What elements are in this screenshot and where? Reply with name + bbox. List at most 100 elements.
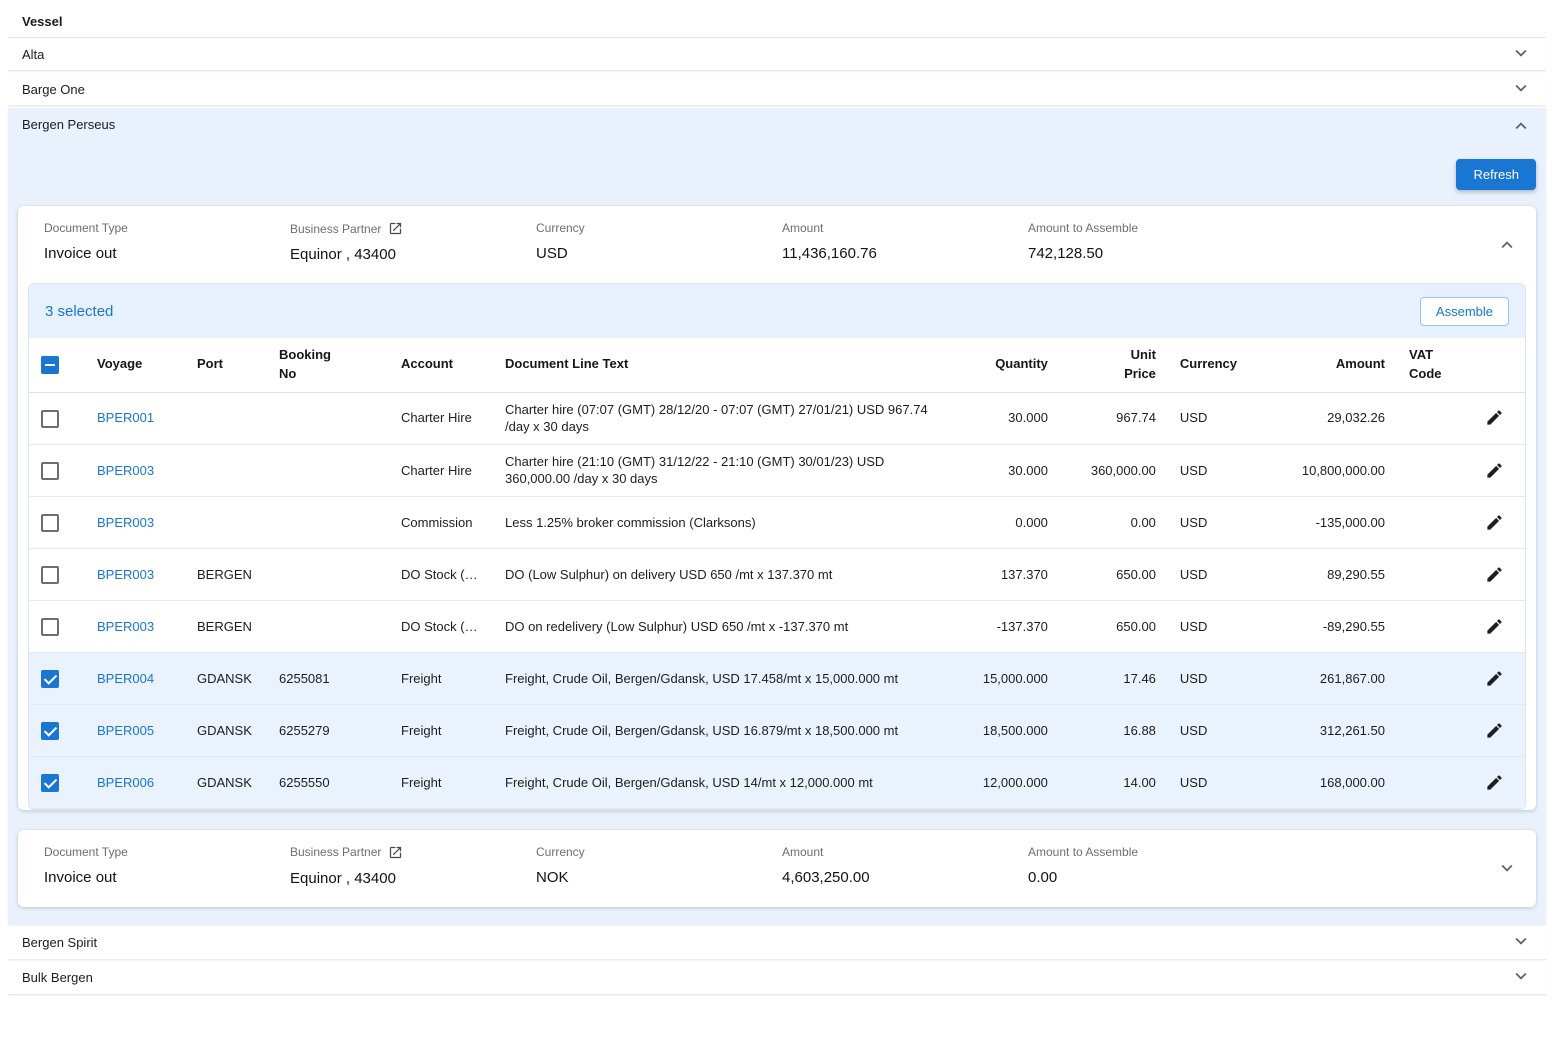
field-label-document-type: Document Type bbox=[44, 221, 290, 235]
voyage-link[interactable]: BPER004 bbox=[97, 671, 154, 686]
row-checkbox[interactable] bbox=[41, 566, 59, 584]
row-checkbox[interactable] bbox=[41, 514, 59, 532]
voyage-link[interactable]: BPER005 bbox=[97, 723, 154, 738]
edit-icon[interactable] bbox=[1481, 613, 1508, 640]
voyage-link[interactable]: BPER003 bbox=[97, 463, 154, 478]
table-row: BPER003 Commission Less 1.25% broker com… bbox=[29, 496, 1525, 548]
field-value-amount-to-assemble: 0.00 bbox=[1028, 869, 1274, 886]
currency-cell: USD bbox=[1168, 392, 1249, 444]
vessel-list-header: Vessel bbox=[8, 6, 1546, 38]
amount-cell: 89,290.55 bbox=[1249, 548, 1397, 600]
header-account: Account bbox=[389, 338, 493, 392]
row-checkbox[interactable] bbox=[41, 722, 59, 740]
edit-icon[interactable] bbox=[1481, 509, 1508, 536]
header-doc-line-text: Document Line Text bbox=[493, 338, 948, 392]
vessel-list-title: Vessel bbox=[22, 14, 63, 29]
field-amount: Amount 11,436,160.76 bbox=[782, 221, 1028, 263]
table-row: BPER003 Charter Hire Charter hire (21:10… bbox=[29, 444, 1525, 496]
account-cell: Commission bbox=[389, 496, 493, 548]
vat-code-cell bbox=[1397, 704, 1463, 756]
document-line-text-cell: Freight, Crude Oil, Bergen/Gdansk, USD 1… bbox=[493, 704, 948, 756]
document-line-text-cell: DO (Low Sulphur) on delivery USD 650 /mt… bbox=[493, 548, 948, 600]
select-all-checkbox[interactable] bbox=[41, 356, 59, 374]
bergen-perseus-section-body: Refresh Document Type Invoice out Busine… bbox=[8, 141, 1546, 925]
currency-cell: USD bbox=[1168, 704, 1249, 756]
vat-code-cell bbox=[1397, 444, 1463, 496]
field-amount: Amount 4,603,250.00 bbox=[782, 845, 1028, 887]
vessel-name: Alta bbox=[22, 47, 44, 62]
port-cell: GDANSK bbox=[185, 652, 267, 704]
edit-icon[interactable] bbox=[1481, 717, 1508, 744]
vessel-accordion-bergen-spirit[interactable]: Bergen Spirit bbox=[8, 927, 1546, 960]
port-cell: GDANSK bbox=[185, 704, 267, 756]
booking-no-cell: 6255550 bbox=[267, 756, 389, 808]
amount-cell: 168,000.00 bbox=[1249, 756, 1397, 808]
amount-cell: 29,032.26 bbox=[1249, 392, 1397, 444]
unit-price-cell: 650.00 bbox=[1060, 600, 1168, 652]
edit-icon[interactable] bbox=[1481, 404, 1508, 431]
row-checkbox[interactable] bbox=[41, 670, 59, 688]
account-cell: Freight bbox=[389, 756, 493, 808]
chevron-down-icon bbox=[1510, 930, 1532, 955]
account-cell: Freight bbox=[389, 704, 493, 756]
line-items-panel: 3 selected Assemble bbox=[28, 283, 1526, 810]
expand-chevron-down-icon[interactable] bbox=[1496, 857, 1518, 879]
edit-icon[interactable] bbox=[1481, 561, 1508, 588]
open-in-new-icon[interactable] bbox=[388, 845, 403, 860]
row-checkbox[interactable] bbox=[41, 618, 59, 636]
row-checkbox[interactable] bbox=[41, 774, 59, 792]
header-currency: Currency bbox=[1168, 338, 1249, 392]
open-in-new-icon[interactable] bbox=[388, 221, 403, 236]
vat-code-cell bbox=[1397, 548, 1463, 600]
table-row: BPER006 GDANSK 6255550 Freight Freight, … bbox=[29, 756, 1525, 808]
refresh-button[interactable]: Refresh bbox=[1456, 159, 1536, 190]
table-row: BPER003 BERGEN DO Stock (L... DO on rede… bbox=[29, 600, 1525, 652]
table-row: BPER004 GDANSK 6255081 Freight Freight, … bbox=[29, 652, 1525, 704]
field-value-document-type: Invoice out bbox=[44, 869, 290, 886]
table-row: BPER003 BERGEN DO Stock (L... DO (Low Su… bbox=[29, 548, 1525, 600]
field-label-amount-to-assemble: Amount to Assemble bbox=[1028, 221, 1274, 235]
collapse-chevron-up-icon[interactable] bbox=[1496, 234, 1518, 256]
edit-icon[interactable] bbox=[1481, 665, 1508, 692]
row-checkbox[interactable] bbox=[41, 462, 59, 480]
account-cell: DO Stock (L... bbox=[389, 548, 493, 600]
account-cell: DO Stock (L... bbox=[389, 600, 493, 652]
voyage-link[interactable]: BPER001 bbox=[97, 410, 154, 425]
field-value-business-partner: Equinor , 43400 bbox=[290, 246, 536, 263]
amount-cell: 10,800,000.00 bbox=[1249, 444, 1397, 496]
unit-price-cell: 0.00 bbox=[1060, 496, 1168, 548]
vessel-accordion-alta[interactable]: Alta bbox=[8, 38, 1546, 71]
vessel-accordion-barge-one[interactable]: Barge One bbox=[8, 73, 1546, 106]
row-checkbox[interactable] bbox=[41, 410, 59, 428]
voyage-link[interactable]: BPER003 bbox=[97, 619, 154, 634]
quantity-cell: -137.370 bbox=[948, 600, 1060, 652]
unit-price-cell: 14.00 bbox=[1060, 756, 1168, 808]
voyage-link[interactable]: BPER003 bbox=[97, 515, 154, 530]
vessel-accordion-bulk-bergen[interactable]: Bulk Bergen bbox=[8, 962, 1546, 995]
document-summary[interactable]: Document Type Invoice out Business Partn… bbox=[18, 206, 1536, 283]
edit-icon[interactable] bbox=[1481, 769, 1508, 796]
voyage-link[interactable]: BPER003 bbox=[97, 567, 154, 582]
port-cell bbox=[185, 392, 267, 444]
field-value-currency: NOK bbox=[536, 869, 782, 886]
header-voyage: Voyage bbox=[85, 338, 185, 392]
vessel-accordion-bergen-perseus[interactable]: Bergen Perseus bbox=[8, 108, 1546, 141]
vat-code-cell bbox=[1397, 652, 1463, 704]
document-line-text-cell: Charter hire (21:10 (GMT) 31/12/22 - 21:… bbox=[493, 444, 948, 496]
chevron-down-icon bbox=[1510, 77, 1532, 102]
vessel-section-bergen-perseus: Bergen Perseus Refresh Document Type Inv… bbox=[8, 108, 1546, 925]
line-items-table: Voyage Port Booking No Account Document … bbox=[29, 338, 1525, 809]
port-cell bbox=[185, 496, 267, 548]
edit-icon[interactable] bbox=[1481, 457, 1508, 484]
unit-price-cell: 650.00 bbox=[1060, 548, 1168, 600]
header-booking-no: Booking No bbox=[267, 338, 389, 392]
assemble-button[interactable]: Assemble bbox=[1420, 297, 1509, 326]
amount-cell: -135,000.00 bbox=[1249, 496, 1397, 548]
voyage-link[interactable]: BPER006 bbox=[97, 775, 154, 790]
header-unit-price: Unit Price bbox=[1060, 338, 1168, 392]
currency-cell: USD bbox=[1168, 756, 1249, 808]
document-line-text-cell: DO on redelivery (Low Sulphur) USD 650 /… bbox=[493, 600, 948, 652]
document-summary[interactable]: Document Type Invoice out Business Partn… bbox=[18, 830, 1536, 907]
booking-no-cell: 6255279 bbox=[267, 704, 389, 756]
account-cell: Freight bbox=[389, 652, 493, 704]
